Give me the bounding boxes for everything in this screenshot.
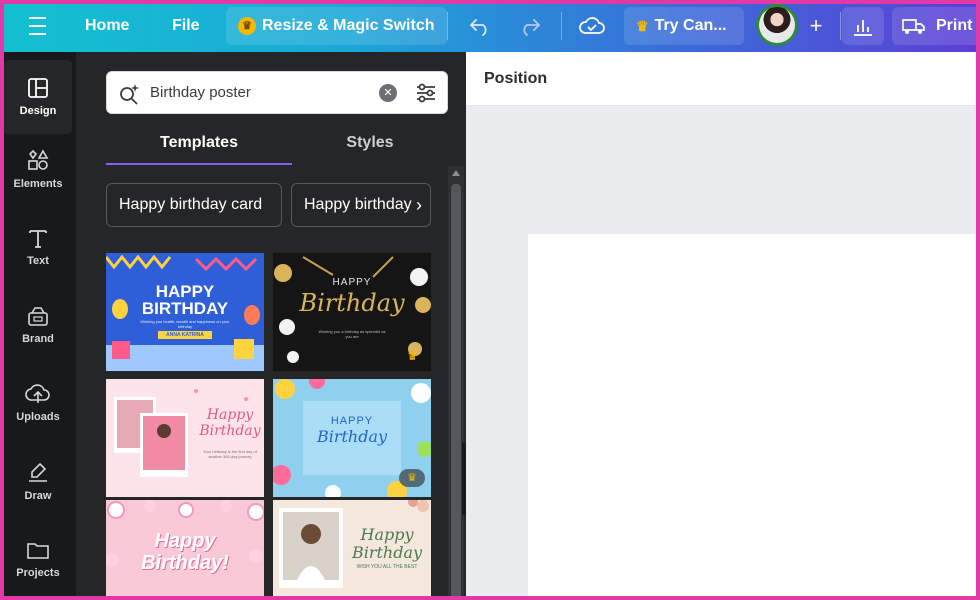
clear-search-icon[interactable]: ✕ [379,84,397,102]
template-line2: BIRTHDAY [106,300,264,317]
panel-tabs: Templates Styles [106,128,448,168]
try-canva-pro-button[interactable]: ♛ Try Can... [624,7,744,45]
scrollbar-thumb[interactable] [451,184,461,600]
menu-icon[interactable] [22,0,52,52]
analytics-icon[interactable] [842,7,884,45]
template-line1: Happy [106,530,264,552]
nav-brand[interactable]: Brand [4,288,72,362]
filter-icon[interactable] [413,80,439,106]
top-bar: Home File ♛ Resize & Magic Switch ♛ Try … [0,0,980,52]
nav-label: Elements [14,178,63,190]
tab-templates[interactable]: Templates [106,128,292,166]
try-label: Try Can... [655,17,727,35]
template-title: Happy Birthday [343,526,431,562]
template-card[interactable]: Happy Birthday Your birthday is the firs… [106,379,264,497]
redo-icon[interactable] [518,0,542,52]
template-line2: Birthday [343,544,431,562]
nav-label: Design [20,105,57,117]
nav-label: Text [27,255,49,267]
scroll-up-icon[interactable] [452,170,460,176]
search-box[interactable]: Birthday poster ✕ [106,71,448,114]
add-collaborator-button[interactable]: + [800,6,832,46]
editor-toolbar: Position [466,52,980,106]
template-grid: HAPPY BIRTHDAY Wishing you health, wealt… [106,253,432,600]
cloud-upload-icon [25,383,51,405]
magic-search-icon [117,82,141,106]
canvas-area [466,106,980,600]
divider [840,12,841,40]
suggestion-chip[interactable]: Happy birthday › [291,183,431,227]
template-title: Happy Birthday [196,407,264,439]
print-label: Print [936,17,972,35]
template-card[interactable]: HAPPY Birthday ♛ [273,379,431,497]
undo-icon[interactable] [468,0,492,52]
template-card[interactable]: HAPPY BIRTHDAY Wishing you health, wealt… [106,253,264,371]
print-button[interactable]: Print [892,7,980,45]
chevron-right-icon[interactable]: › [416,184,422,226]
active-tab-indicator [106,163,292,165]
template-tag: ANNA KATRINA [158,332,212,338]
shapes-icon [26,148,50,172]
folder-icon [26,539,50,561]
template-caption: WISH YOU ALL THE BEST [349,564,425,570]
template-line2: Birthday! [106,552,264,574]
design-page[interactable] [528,234,980,600]
crown-icon: ♛ [636,18,649,35]
divider [561,12,562,40]
template-line2: Birthday [273,289,431,317]
template-card[interactable]: HAPPY Birthday Wishing you a birthday as… [273,253,431,371]
file-menu[interactable]: File [172,0,200,52]
nav-label: Projects [16,567,59,579]
truck-icon [902,17,926,35]
template-title: Happy Birthday! [106,530,264,574]
brand-icon [26,305,50,327]
template-caption: Wishing you a birthday as splendid as yo… [317,329,387,339]
position-button[interactable]: Position [484,70,547,88]
tab-styles[interactable]: Styles [292,128,448,166]
nav-draw[interactable]: Draw [4,444,72,518]
templates-panel: Birthday poster ✕ Templates Styles Happy… [76,52,466,600]
template-card[interactable]: Happy Birthday! [106,500,264,600]
avatar[interactable] [756,4,798,46]
search-input[interactable]: Birthday poster [150,84,251,101]
nav-label: Uploads [16,411,59,423]
divider [447,12,448,40]
template-line1: HAPPY [273,277,431,288]
crown-icon: ♛ [399,469,425,487]
pen-icon [26,460,50,484]
resize-magic-switch-button[interactable]: ♛ Resize & Magic Switch [226,7,447,45]
left-nav: Design Elements Text Brand Uploads Draw … [0,52,76,600]
nav-label: Brand [22,333,54,345]
template-line1: HAPPY [273,415,431,427]
nav-text[interactable]: Text [4,210,72,284]
nav-projects[interactable]: Projects [4,522,72,596]
crown-icon: ♛ [407,349,418,363]
panel-scrollbar[interactable] [448,166,464,600]
suggestion-chip[interactable]: Happy birthday card [106,183,282,227]
crown-icon: ♛ [238,17,256,35]
nav-uploads[interactable]: Uploads [4,366,72,440]
template-line2: Birthday [273,427,431,446]
template-card[interactable]: Happy Birthday WISH YOU ALL THE BEST [273,500,431,600]
chip-label: Happy birthday [304,196,412,213]
template-line1: Happy [343,526,431,544]
cloud-saved-icon[interactable] [578,0,606,52]
template-line1: HAPPY [106,283,264,300]
template-line2: Birthday [196,423,264,439]
template-caption: Wishing you health, wealth and happiness… [140,319,230,329]
resize-label: Resize & Magic Switch [262,17,435,35]
nav-label: Draw [25,490,52,502]
template-line1: Happy [196,407,264,423]
template-caption: Your birthday is the first day of anothe… [202,449,258,459]
layout-icon [27,77,49,99]
home-button[interactable]: Home [85,0,129,52]
template-title: HAPPY BIRTHDAY [106,283,264,317]
text-icon [27,227,49,249]
nav-design[interactable]: Design [4,60,72,134]
nav-elements[interactable]: Elements [4,132,72,206]
